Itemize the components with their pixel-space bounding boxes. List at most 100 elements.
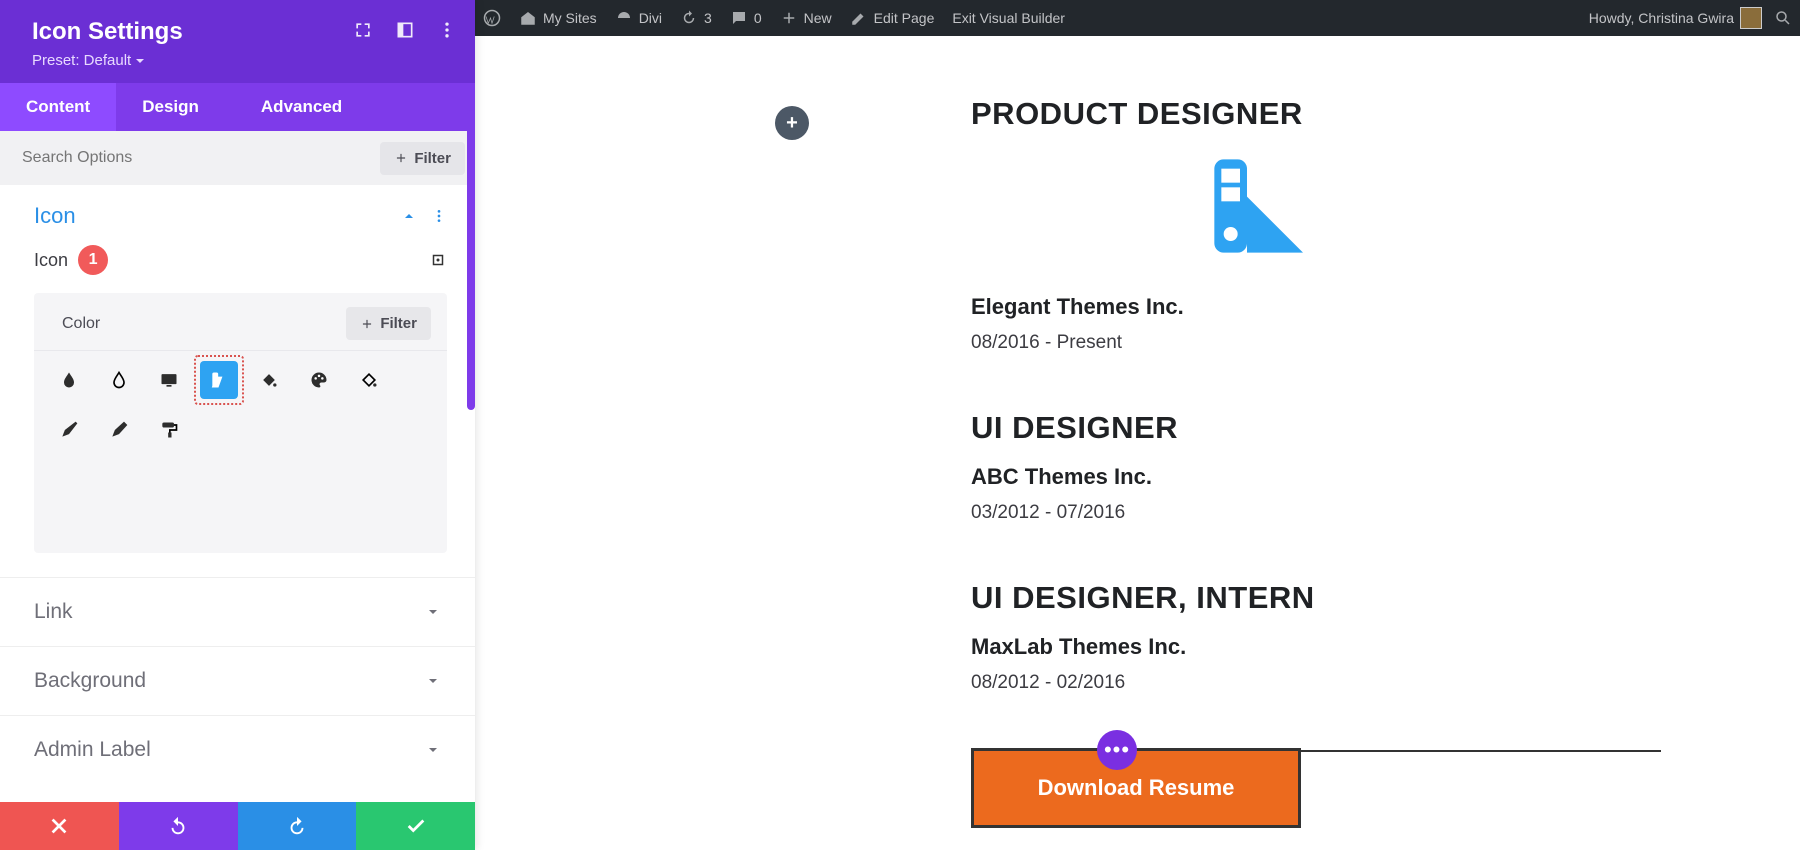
job-title: UI DESIGNER — [971, 410, 1661, 446]
close-button[interactable] — [0, 802, 119, 850]
paint-bucket-icon — [259, 370, 279, 390]
icon-option-paint-roller[interactable] — [150, 411, 188, 449]
chevron-down-icon — [425, 673, 441, 689]
icon-option-swatch[interactable] — [200, 361, 238, 399]
snap-icon[interactable] — [395, 20, 415, 40]
expand-icon[interactable] — [353, 20, 373, 40]
computer-icon — [159, 370, 179, 390]
accordion-admin-label[interactable]: Admin Label — [0, 715, 475, 784]
wp-admin-bar: My Sites Divi 3 0 New Edit Page Exit Vis… — [475, 0, 1800, 36]
updates-link[interactable]: 3 — [680, 9, 712, 27]
divi-link[interactable]: Divi — [615, 9, 662, 27]
job-company: MaxLab Themes Inc. — [971, 634, 1661, 660]
paint-roller-icon — [159, 420, 179, 440]
icon-option-tint[interactable] — [50, 361, 88, 399]
plus-icon — [780, 9, 798, 27]
download-button[interactable]: Download Resume — [971, 748, 1301, 828]
palette-icon — [309, 370, 329, 390]
search-row: Filter — [0, 131, 475, 185]
icon-option-brush[interactable] — [50, 411, 88, 449]
undo-button[interactable] — [119, 802, 238, 850]
icon-picker: Color Filter — [34, 293, 447, 553]
crosshair-icon[interactable] — [429, 251, 447, 269]
home-icon — [519, 9, 537, 27]
search-input[interactable] — [10, 139, 380, 177]
accordion-link[interactable]: Link — [0, 577, 475, 646]
brush-icon — [59, 420, 79, 440]
save-button[interactable] — [356, 802, 475, 850]
icon-option-paint-bucket[interactable] — [250, 361, 288, 399]
tab-design[interactable]: Design — [116, 83, 225, 131]
close-icon — [48, 815, 70, 837]
resume-content: PRODUCT DESIGNER Elegant Themes Inc. 08/20… — [971, 96, 1661, 752]
add-section-button[interactable]: + — [775, 106, 809, 140]
scrollbar-thumb[interactable] — [467, 110, 475, 410]
job-dates: 08/2016 - Present — [971, 332, 1661, 354]
download-module[interactable]: •••Download Resume — [971, 750, 1661, 752]
swatch-icon — [1201, 150, 1321, 262]
gauge-icon — [615, 9, 633, 27]
my-sites-link[interactable]: My Sites — [519, 9, 597, 27]
job-title: UI DESIGNER, INTERN — [971, 580, 1661, 616]
comment-icon — [730, 9, 748, 27]
fill-drip-icon — [109, 370, 129, 390]
icon-settings-panel: Icon Settings Preset: Default Content De… — [0, 0, 475, 850]
new-link[interactable]: New — [780, 9, 832, 27]
tint-icon — [59, 370, 79, 390]
panel-tabs: Content Design Advanced — [0, 83, 475, 131]
section-header-icon[interactable]: Icon — [0, 185, 475, 241]
module-menu-button[interactable]: ••• — [1097, 730, 1137, 770]
brush-alt-icon — [109, 420, 129, 440]
search-icon — [1774, 9, 1792, 27]
roller-alt-icon — [359, 370, 379, 390]
job-company: ABC Themes Inc. — [971, 464, 1661, 490]
job-dates: 08/2012 - 02/2016 — [971, 672, 1661, 694]
more-icon[interactable] — [431, 208, 447, 224]
plus-icon — [394, 151, 408, 165]
icon-field-label: Icon — [34, 250, 68, 271]
job-dates: 03/2012 - 07/2016 — [971, 502, 1661, 524]
avatar — [1740, 7, 1762, 29]
icon-field-label-row: Icon 1 — [0, 241, 475, 285]
icon-option-fill-drip[interactable] — [100, 361, 138, 399]
color-label: Color — [62, 315, 100, 333]
page-preview: + PRODUCT DESIGNER Elegant Themes Inc. 08/… — [475, 36, 1800, 850]
download-label: Download Resume — [1038, 775, 1235, 801]
check-icon — [405, 815, 427, 837]
preset-dropdown[interactable]: Preset: Default — [32, 52, 455, 69]
chevron-down-icon — [425, 742, 441, 758]
search-toggle[interactable] — [1774, 9, 1792, 27]
redo-icon — [286, 815, 308, 837]
job-icon-module[interactable] — [971, 150, 1551, 270]
plus-icon — [360, 317, 374, 331]
swatch-icon — [209, 370, 229, 390]
filter-button[interactable]: Filter — [380, 142, 465, 175]
icon-option-roller-alt[interactable] — [350, 361, 388, 399]
more-icon[interactable] — [437, 20, 457, 40]
panel-scrollbar[interactable] — [467, 110, 475, 802]
comments-link[interactable]: 0 — [730, 9, 762, 27]
accordion-background[interactable]: Background — [0, 646, 475, 715]
panel-footer — [0, 802, 475, 850]
undo-icon — [167, 815, 189, 837]
tab-content[interactable]: Content — [0, 83, 116, 131]
edit-page-link[interactable]: Edit Page — [850, 9, 935, 27]
pencil-icon — [850, 9, 868, 27]
exit-visual-builder-link[interactable]: Exit Visual Builder — [952, 10, 1065, 26]
panel-header: Icon Settings Preset: Default — [0, 0, 475, 83]
wp-logo[interactable] — [483, 9, 501, 27]
howdy-user[interactable]: Howdy, Christina Gwira — [1589, 7, 1762, 29]
icon-filter-button[interactable]: Filter — [346, 307, 431, 340]
job-title: PRODUCT DESIGNER — [971, 96, 1661, 132]
icon-option-brush-alt[interactable] — [100, 411, 138, 449]
chevron-down-icon — [425, 604, 441, 620]
chevron-up-icon[interactable] — [401, 208, 417, 224]
caret-down-icon — [135, 56, 145, 66]
icon-option-computer[interactable] — [150, 361, 188, 399]
tab-advanced[interactable]: Advanced — [235, 83, 368, 131]
icon-option-palette[interactable] — [300, 361, 338, 399]
redo-button[interactable] — [238, 802, 357, 850]
refresh-icon — [680, 9, 698, 27]
annotation-badge-1: 1 — [78, 245, 108, 275]
job-company: Elegant Themes Inc. — [971, 294, 1661, 320]
